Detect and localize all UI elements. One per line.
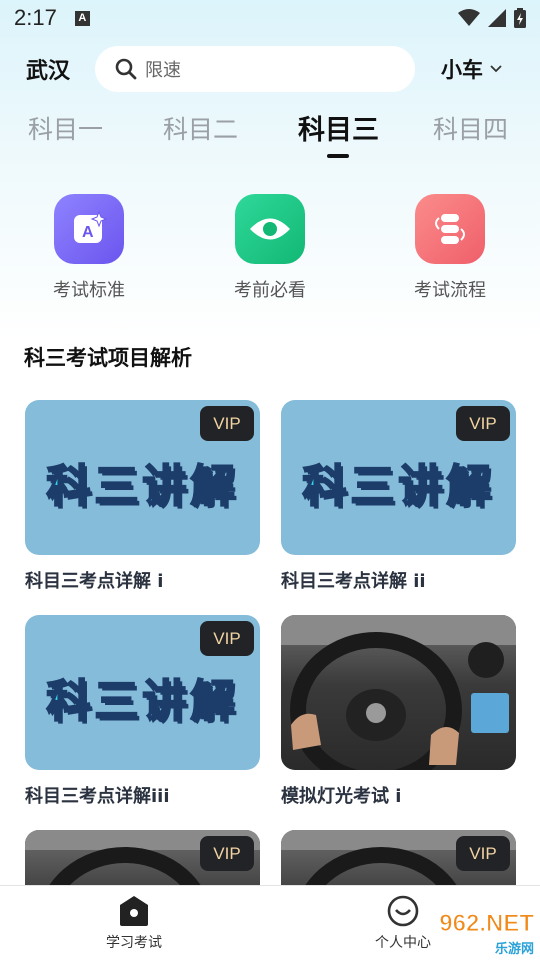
vehicle-type-label: 小车: [441, 58, 484, 82]
video-card[interactable]: 模拟灯光考试 i: [281, 615, 516, 808]
feature-exam-standard[interactable]: A 考试标准: [19, 194, 159, 302]
eye-icon: [235, 194, 305, 264]
process-icon: [415, 194, 485, 264]
tab-subject-4[interactable]: 科目四: [433, 110, 508, 146]
steering-wheel-image: [281, 615, 516, 770]
feature-shortcuts: A 考试标准 考前必看 考试流程: [0, 194, 540, 304]
feature-label: 考试标准: [53, 280, 125, 301]
video-thumbnail: 科三讲解 VIP: [25, 615, 260, 770]
video-card[interactable]: 科三讲解 VIP 科目三考点详解 ii: [281, 400, 516, 593]
wifi-icon: [458, 9, 480, 26]
exam-standard-icon: A: [54, 194, 124, 264]
signal-icon: [488, 9, 506, 27]
vip-badge: VIP: [456, 836, 510, 871]
video-thumbnail: 科三讲解 VIP: [25, 400, 260, 555]
chevron-down-icon: [490, 65, 502, 73]
feature-exam-process[interactable]: 考试流程: [380, 194, 520, 302]
battery-icon: [514, 8, 526, 28]
video-title: 科目三考点详解iii: [25, 786, 170, 807]
video-title: 科目三考点详解 i: [25, 571, 164, 592]
search-input[interactable]: 限速: [145, 56, 181, 82]
tab-subject-1[interactable]: 科目一: [28, 110, 103, 146]
thumbnail-text: 科三讲解: [46, 460, 239, 513]
thumbnail-text: 科三讲解: [46, 675, 239, 728]
vip-badge: VIP: [200, 621, 254, 656]
tab-subject-2[interactable]: 科目二: [163, 110, 238, 146]
video-thumbnail: [281, 615, 516, 770]
feature-label: 考前必看: [234, 280, 306, 301]
nav-study-exam[interactable]: 学习考试: [106, 894, 162, 952]
thumbnail-text: 科三讲解: [302, 460, 495, 513]
video-title: 模拟灯光考试 i: [281, 786, 402, 807]
tab-subject-3[interactable]: 科目三: [298, 108, 379, 147]
section-title: 科三考试项目解析: [24, 346, 192, 370]
search-icon: [115, 58, 137, 80]
feature-must-see[interactable]: 考前必看: [200, 194, 340, 302]
video-card[interactable]: 科三讲解 VIP 科目三考点详解iii: [25, 615, 260, 808]
status-bar: 2:17 A: [0, 0, 540, 36]
watermark-logo: 962.NET 乐游网: [404, 910, 535, 958]
vehicle-type-selector[interactable]: 小车: [441, 54, 503, 84]
watermark-top: 962.NET: [439, 910, 535, 938]
notification-icon: A: [74, 10, 90, 26]
video-title: 科目三考点详解 ii: [281, 571, 426, 592]
feature-label: 考试流程: [414, 280, 486, 301]
home-icon: [120, 896, 148, 926]
search-bar[interactable]: 限速: [95, 46, 416, 92]
video-card[interactable]: 科三讲解 VIP 科目三考点详解 i: [25, 400, 260, 593]
nav-label: 学习考试: [106, 935, 162, 951]
watermark-bottom: 乐游网: [494, 942, 534, 957]
vip-badge: VIP: [200, 836, 254, 871]
vip-badge: VIP: [200, 406, 254, 441]
vip-badge: VIP: [456, 406, 510, 441]
subject-tabs: 科目一 科目二 科目三 科目四: [0, 110, 540, 160]
top-header: 武汉 限速 小车: [0, 44, 540, 94]
status-time: 2:17: [14, 5, 57, 30]
video-thumbnail: 科三讲解 VIP: [281, 400, 516, 555]
city-selector[interactable]: 武汉: [26, 53, 70, 85]
active-tab-indicator: [327, 154, 349, 158]
svg-text:A: A: [82, 224, 94, 241]
